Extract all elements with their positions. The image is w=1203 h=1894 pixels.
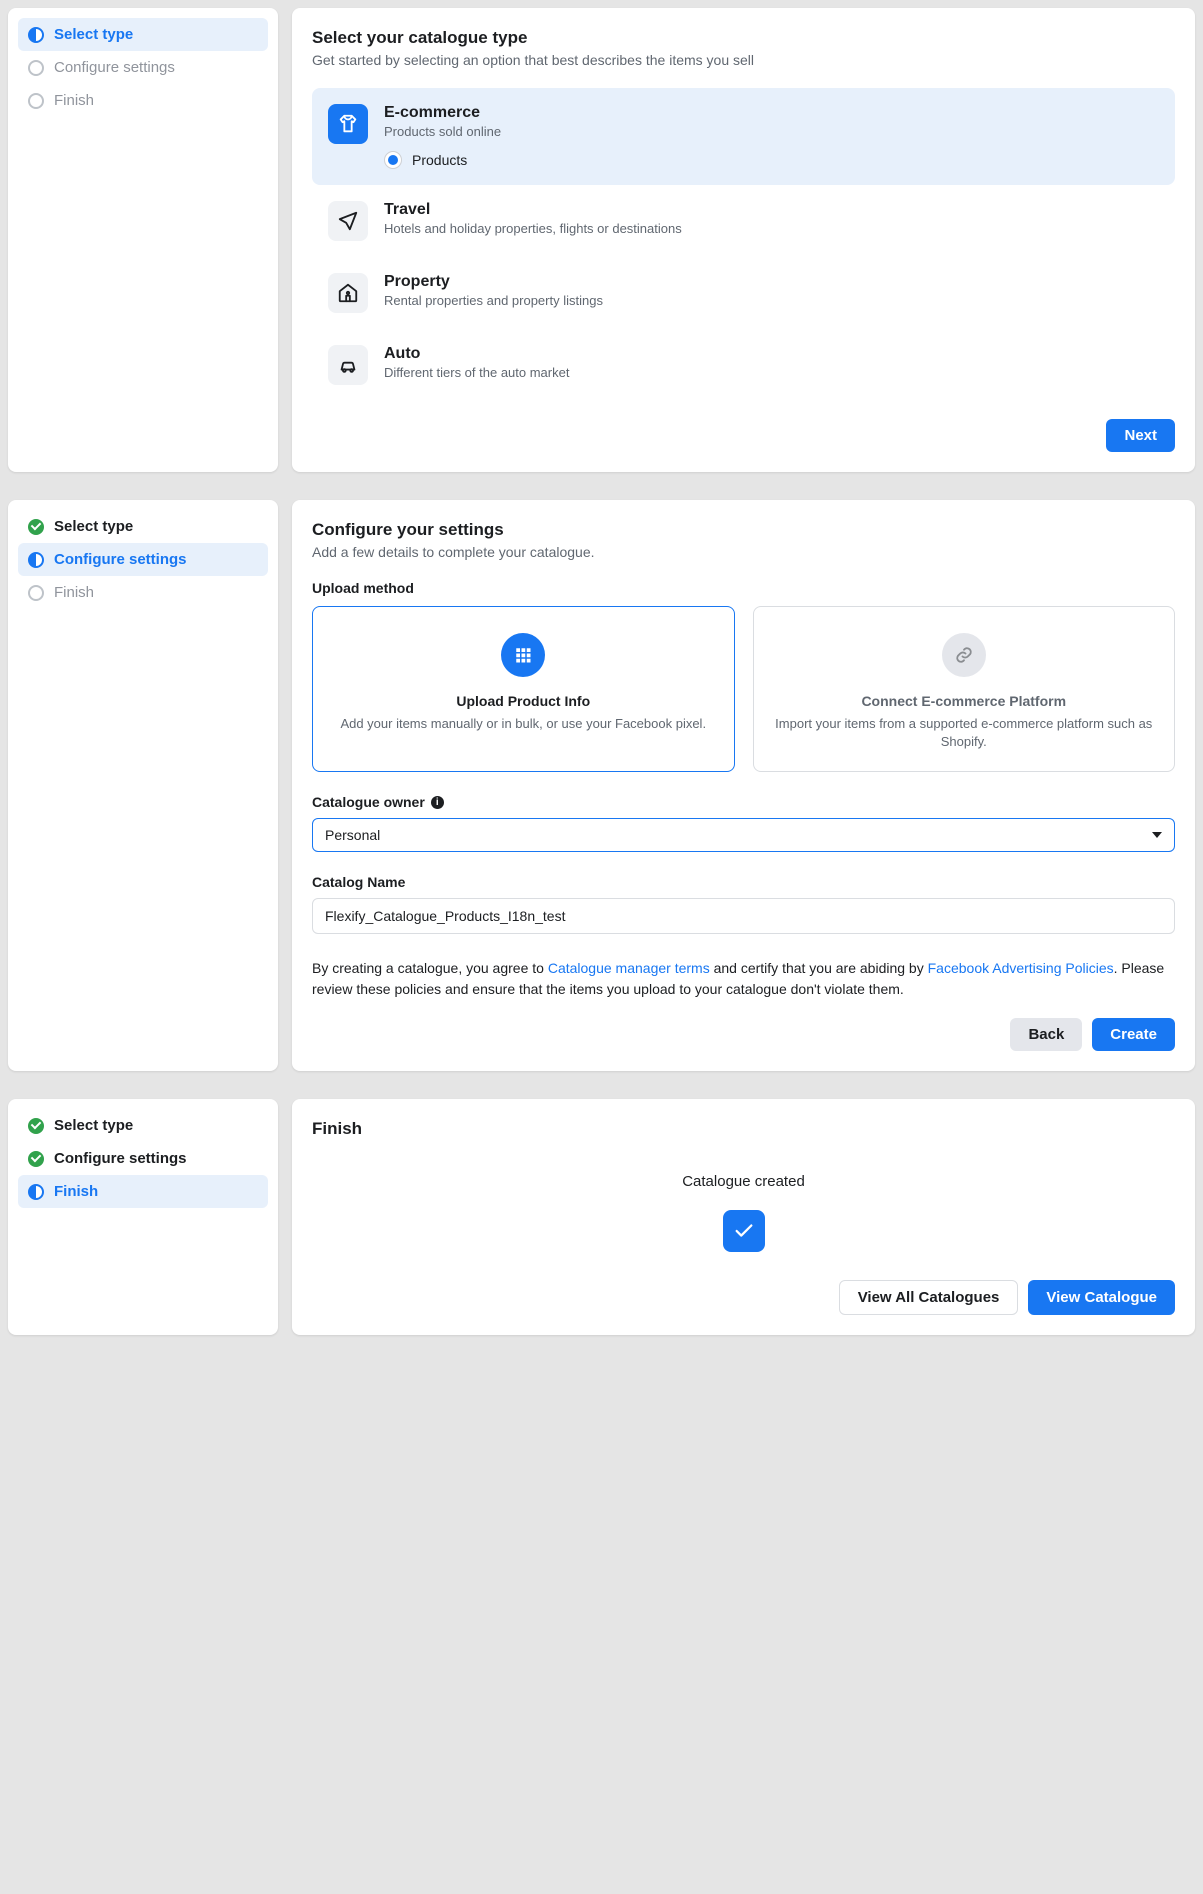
link-icon [942, 633, 986, 677]
upload-product-info-card[interactable]: Upload Product Info Add your items manua… [312, 606, 735, 772]
catalogue-owner-label: Catalogue owner i [312, 794, 1175, 810]
radio-icon [384, 151, 402, 169]
panel-title: Select your catalogue type [312, 28, 1175, 48]
car-icon [328, 345, 368, 385]
option-property[interactable]: Property Rental properties and property … [312, 257, 1175, 329]
catalog-name-input[interactable] [312, 898, 1175, 934]
upload-card-desc: Import your items from a supported e-com… [774, 715, 1155, 751]
option-travel[interactable]: Travel Hotels and holiday properties, fl… [312, 185, 1175, 257]
option-title: Property [384, 273, 603, 291]
create-button[interactable]: Create [1092, 1018, 1175, 1051]
step-select-type[interactable]: Select type [18, 510, 268, 543]
step-label: Finish [54, 584, 94, 601]
empty-circle-icon [28, 93, 44, 109]
catalogue-owner-select[interactable]: Personal [312, 818, 1175, 852]
upload-card-title: Upload Product Info [333, 693, 714, 709]
panel-select-type: Select your catalogue type Get started b… [292, 8, 1195, 472]
agreement-text: By creating a catalogue, you agree to Ca… [312, 958, 1175, 1000]
select-value: Personal [325, 827, 380, 843]
caret-down-icon [1152, 832, 1162, 838]
step-select-type[interactable]: Select type [18, 18, 268, 51]
step-label: Configure settings [54, 551, 187, 568]
step-finish[interactable]: Finish [18, 576, 268, 609]
wizard-sidebar-step2: Select type Configure settings Finish [8, 500, 278, 1071]
option-desc: Different tiers of the auto market [384, 365, 569, 380]
option-auto[interactable]: Auto Different tiers of the auto market [312, 329, 1175, 401]
panel-title: Configure your settings [312, 520, 1175, 540]
step-finish[interactable]: Finish [18, 84, 268, 117]
shirt-icon [328, 104, 368, 144]
panel-subtitle: Get started by selecting an option that … [312, 52, 1175, 68]
view-all-catalogues-button[interactable]: View All Catalogues [839, 1280, 1019, 1315]
panel-subtitle: Add a few details to complete your catal… [312, 544, 1175, 560]
upload-method-label: Upload method [312, 580, 1175, 596]
step-label: Select type [54, 1117, 133, 1134]
progress-circle-icon [28, 27, 44, 43]
subtype-products[interactable]: Products [384, 151, 1159, 169]
upload-card-title: Connect E-commerce Platform [774, 693, 1155, 709]
progress-circle-icon [28, 552, 44, 568]
plane-icon [328, 201, 368, 241]
panel-title: Finish [312, 1119, 1175, 1139]
step-label: Configure settings [54, 59, 175, 76]
back-button[interactable]: Back [1010, 1018, 1082, 1051]
policies-link[interactable]: Facebook Advertising Policies [928, 960, 1114, 976]
step-label: Finish [54, 1183, 98, 1200]
step-select-type[interactable]: Select type [18, 1109, 268, 1142]
grid-icon [501, 633, 545, 677]
wizard-sidebar-step1: Select type Configure settings Finish [8, 8, 278, 472]
option-desc: Rental properties and property listings [384, 293, 603, 308]
catalog-name-label: Catalog Name [312, 874, 1175, 890]
step-finish[interactable]: Finish [18, 1175, 268, 1208]
step-label: Select type [54, 518, 133, 535]
option-title: Travel [384, 201, 682, 219]
house-icon [328, 273, 368, 313]
option-title: E-commerce [384, 104, 1159, 122]
radio-label: Products [412, 152, 467, 168]
next-button[interactable]: Next [1106, 419, 1175, 452]
wizard-sidebar-step3: Select type Configure settings Finish [8, 1099, 278, 1335]
option-desc: Products sold online [384, 124, 1159, 139]
success-check-icon [723, 1210, 765, 1252]
step-label: Configure settings [54, 1150, 187, 1167]
panel-finish: Finish Catalogue created View All Catalo… [292, 1099, 1195, 1335]
option-desc: Hotels and holiday properties, flights o… [384, 221, 682, 236]
step-label: Finish [54, 92, 94, 109]
step-configure-settings[interactable]: Configure settings [18, 51, 268, 84]
terms-link[interactable]: Catalogue manager terms [548, 960, 710, 976]
step-label: Select type [54, 26, 133, 43]
check-circle-icon [28, 1151, 44, 1167]
connect-platform-card[interactable]: Connect E-commerce Platform Import your … [753, 606, 1176, 772]
panel-configure-settings: Configure your settings Add a few detail… [292, 500, 1195, 1071]
empty-circle-icon [28, 60, 44, 76]
finish-message: Catalogue created [312, 1173, 1175, 1190]
info-icon[interactable]: i [431, 796, 444, 809]
empty-circle-icon [28, 585, 44, 601]
progress-circle-icon [28, 1184, 44, 1200]
step-configure-settings[interactable]: Configure settings [18, 1142, 268, 1175]
option-ecommerce[interactable]: E-commerce Products sold online Products [312, 88, 1175, 185]
view-catalogue-button[interactable]: View Catalogue [1028, 1280, 1175, 1315]
check-circle-icon [28, 1118, 44, 1134]
upload-card-desc: Add your items manually or in bulk, or u… [333, 715, 714, 733]
step-configure-settings[interactable]: Configure settings [18, 543, 268, 576]
check-circle-icon [28, 519, 44, 535]
option-title: Auto [384, 345, 569, 363]
